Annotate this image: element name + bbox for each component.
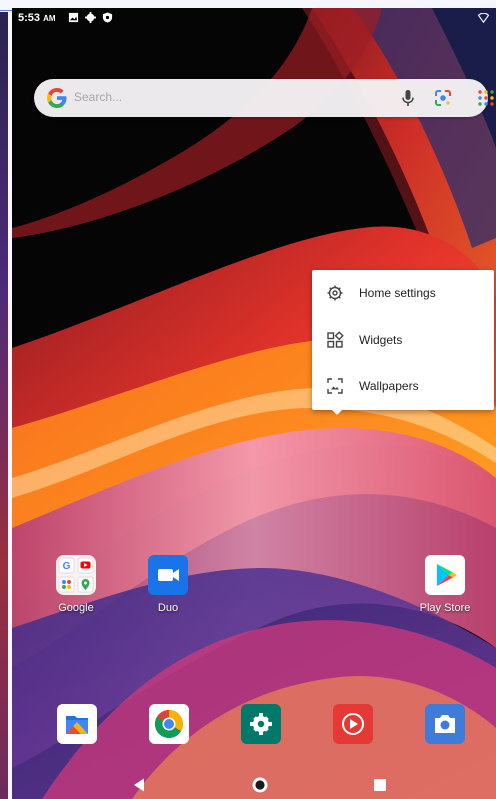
mic-icon[interactable] — [398, 88, 418, 108]
youtube-music-icon[interactable] — [333, 704, 373, 744]
menu-item-widgets[interactable]: Widgets — [312, 317, 494, 363]
gear-icon — [85, 12, 96, 23]
search-bar[interactable]: Search... — [34, 79, 494, 117]
menu-item-label: Wallpapers — [359, 379, 419, 393]
camera-icon[interactable] — [425, 704, 465, 744]
status-time: 5:53 AM — [18, 12, 56, 24]
app-label: Google — [58, 602, 94, 614]
status-time-ampm: AM — [43, 14, 56, 23]
status-bar: 5:53 AM — [12, 8, 496, 28]
menu-item-label: Home settings — [359, 286, 436, 300]
home-context-menu: Home settings Widgets Wallpapers — [312, 270, 494, 410]
shield-icon — [102, 12, 113, 23]
play-store-icon — [425, 555, 465, 595]
chrome-icon[interactable] — [149, 704, 189, 744]
apps-grid-icon[interactable] — [476, 88, 496, 108]
recents-button[interactable] — [374, 779, 386, 791]
wallpaper-icon — [327, 378, 343, 394]
app-duo[interactable]: Duo — [138, 555, 198, 614]
device-frame: 5:53 AM Search... Home settings Widgets … — [0, 0, 496, 799]
app-google-folder[interactable]: G Google — [46, 555, 106, 614]
menu-pointer — [330, 408, 344, 415]
home-screen: 5:53 AM Search... Home settings Widgets … — [12, 8, 496, 799]
menu-item-label: Widgets — [359, 333, 403, 347]
image-icon — [68, 12, 79, 23]
widgets-icon — [327, 331, 344, 348]
lens-icon[interactable] — [433, 88, 453, 108]
status-time-value: 5:53 — [18, 12, 41, 24]
app-play-store[interactable]: Play Store — [415, 555, 475, 614]
google-g-icon[interactable] — [45, 86, 69, 110]
duo-icon — [148, 555, 188, 595]
svg-text:G: G — [63, 561, 71, 572]
gear-icon — [327, 285, 343, 301]
menu-item-home-settings[interactable]: Home settings — [312, 270, 494, 316]
adjacent-window-edge — [0, 12, 8, 799]
files-icon[interactable] — [57, 704, 97, 744]
google-folder-icon: G — [56, 555, 96, 595]
menu-item-wallpapers[interactable]: Wallpapers — [312, 363, 494, 409]
app-label: Duo — [157, 602, 179, 614]
wifi-icon — [478, 13, 489, 24]
search-input[interactable]: Search... — [74, 90, 122, 104]
settings-icon[interactable] — [241, 704, 281, 744]
back-button[interactable] — [133, 778, 145, 792]
app-label: Play Store — [419, 602, 471, 614]
home-button[interactable] — [251, 776, 269, 794]
